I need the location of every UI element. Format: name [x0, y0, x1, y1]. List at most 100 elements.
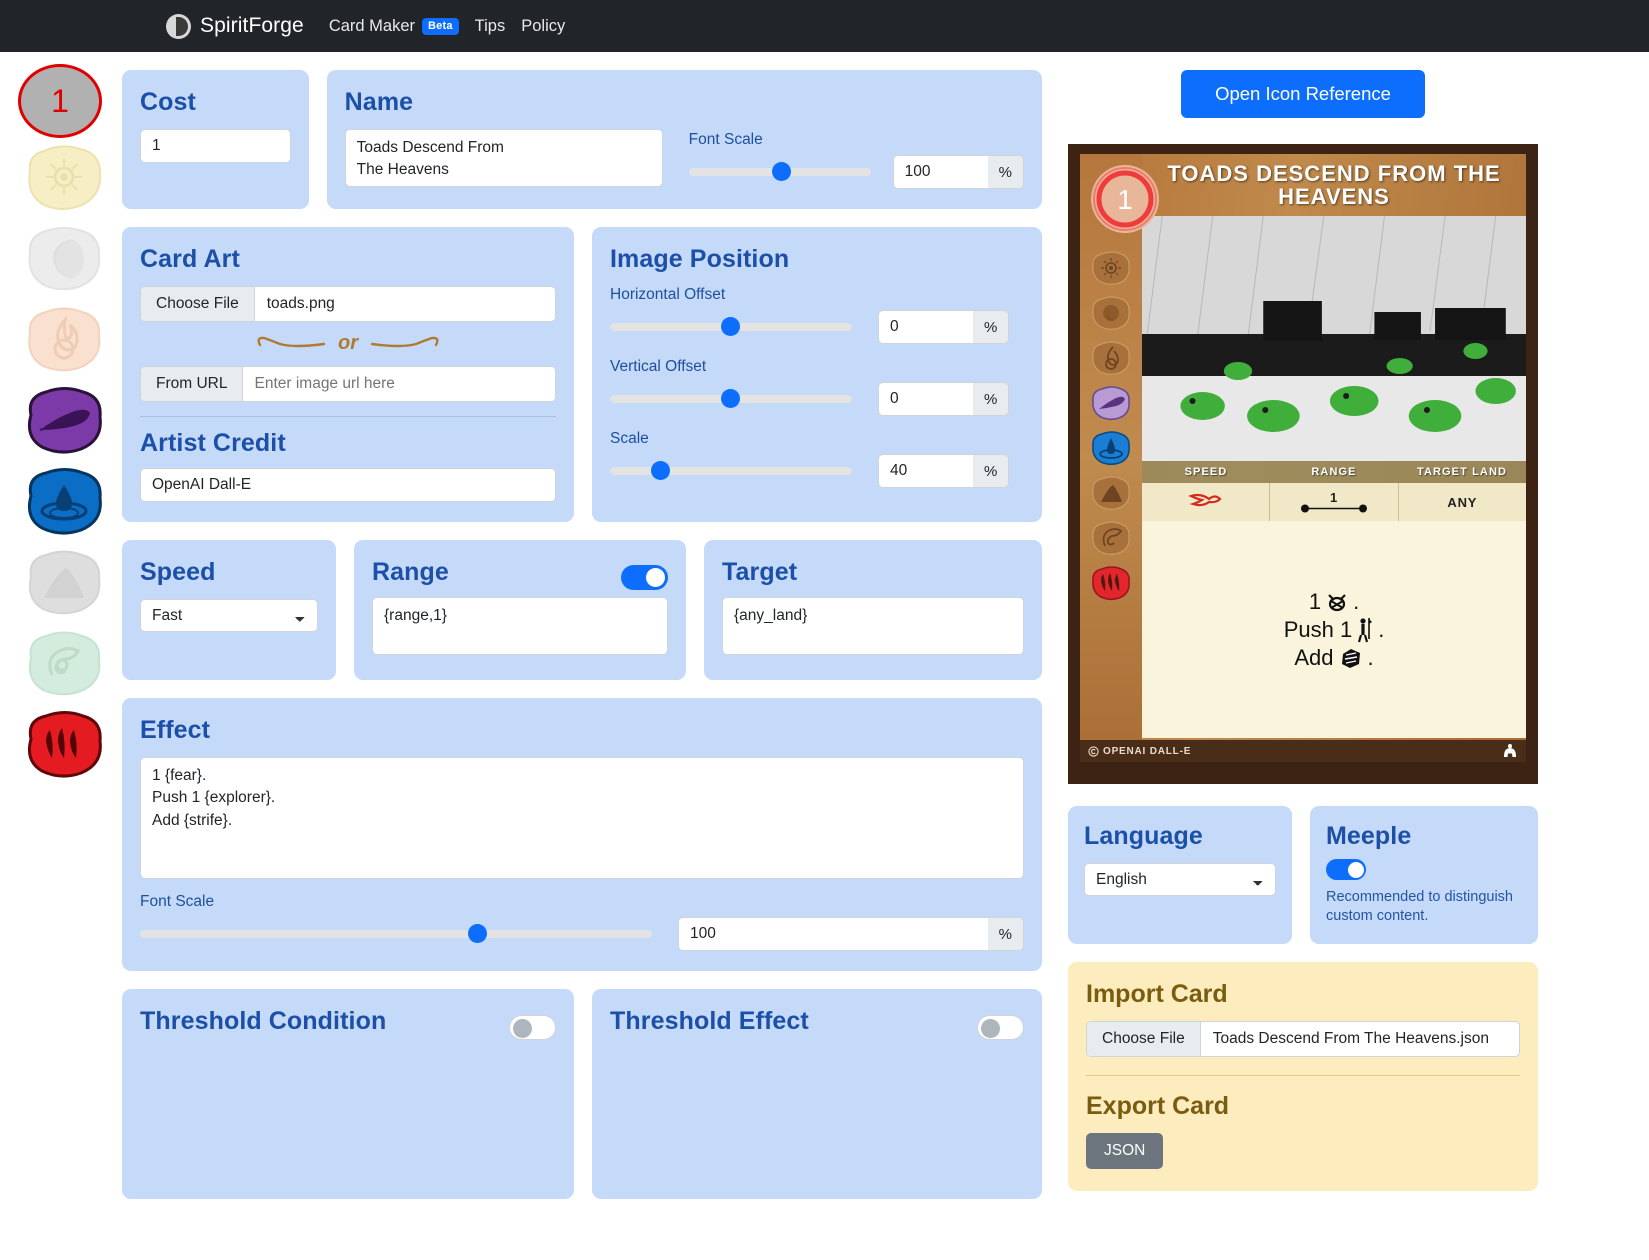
form-column: Cost Name Toads Descend From The Heavens… [122, 70, 1042, 1217]
rail-element-air[interactable] [18, 384, 110, 456]
horizontal-offset-slider[interactable] [610, 316, 852, 338]
import-file-group[interactable]: Choose File Toads Descend From The Heave… [1086, 1020, 1520, 1057]
import-choose-file-button[interactable]: Choose File [1087, 1021, 1201, 1056]
flourish-left-icon [257, 336, 326, 348]
threshold-effect-panel: Threshold Effect [592, 989, 1042, 1199]
stat-header-range: RANGE [1311, 466, 1357, 478]
name-font-scale-slider[interactable] [688, 161, 871, 183]
card-art-panel-title: Card Art [140, 245, 240, 273]
export-json-button[interactable]: JSON [1086, 1132, 1164, 1169]
name-font-scale-input[interactable] [892, 155, 988, 189]
rail-cost-badge[interactable]: 1 [18, 60, 110, 138]
rail-element-animal[interactable] [18, 708, 110, 780]
fast-swallow-icon [1188, 493, 1222, 507]
card-body-line-2-text: Push 1 [1283, 616, 1353, 642]
artist-credit-title: Artist Credit [140, 429, 286, 457]
export-card-title: Export Card [1086, 1091, 1230, 1120]
effect-font-scale-field: % [678, 917, 1024, 951]
threshold-condition-toggle[interactable] [509, 1015, 556, 1040]
image-position-panel: Image Position Horizontal Offset % Verti… [592, 227, 1042, 522]
language-title: Language [1084, 822, 1203, 850]
rail-cost-value: 1 [18, 64, 102, 138]
card-art-choose-file-button[interactable]: Choose File [141, 287, 255, 321]
horizontal-offset-field: % [878, 310, 1010, 344]
slider-knob[interactable] [467, 924, 487, 943]
nav-link-card-maker[interactable]: Card Maker Beta [329, 17, 459, 36]
vertical-offset-field: % [878, 382, 1010, 416]
range-textarea[interactable]: {range,1} [372, 597, 668, 655]
flourish-right-icon [370, 336, 439, 348]
vertical-offset-input[interactable] [878, 382, 973, 416]
rail-element-earth[interactable] [18, 546, 110, 618]
card-cost-token: 1 [1091, 165, 1159, 233]
card-art-url-group[interactable]: From URL [140, 366, 556, 402]
explorer-icon [1358, 617, 1373, 642]
meeple-panel: Meeple Recommended to distinguish custom… [1310, 806, 1538, 944]
target-panel-title: Target [722, 558, 798, 586]
strife-icon [1341, 648, 1360, 668]
slider-knob[interactable] [721, 389, 741, 408]
artist-credit-input[interactable] [140, 468, 556, 502]
stat-header-speed: SPEED [1184, 466, 1228, 478]
horizontal-offset-input[interactable] [878, 310, 973, 344]
effect-font-scale-input[interactable] [678, 917, 988, 951]
card-body-text: 1 . Push 1 . Add . [1142, 521, 1526, 738]
slider-knob[interactable] [721, 317, 741, 336]
vertical-offset-slider[interactable] [610, 388, 852, 410]
card-plant-icon [1092, 521, 1130, 555]
slider-knob[interactable] [772, 162, 792, 181]
toggle-dot [646, 568, 665, 587]
effect-textarea[interactable]: 1 {fear}. Push 1 {explorer}. Add {strife… [140, 757, 1024, 879]
brand[interactable]: SpiritForge [166, 13, 304, 39]
fire-icon [28, 307, 101, 372]
speed-range-target-row: Speed Fast Range {range,1} Target {any_l… [122, 540, 1042, 698]
threshold-effect-toggle[interactable] [977, 1015, 1024, 1040]
card-stat-headers: SPEED RANGE TARGET LAND [1142, 461, 1526, 483]
target-panel: Target {any_land} [704, 540, 1042, 680]
import-card-title: Import Card [1086, 979, 1228, 1008]
card-credit-bar: OPENAI DALL-E [1080, 740, 1526, 762]
import-export-panel: Import Card Choose File Toads Descend Fr… [1068, 961, 1538, 1191]
scale-input[interactable] [878, 454, 973, 488]
range-toggle[interactable] [621, 565, 668, 590]
card-art-illustration [1142, 216, 1526, 461]
nav-link-policy[interactable]: Policy [521, 17, 565, 36]
language-panel: Language English [1068, 806, 1292, 944]
language-select[interactable]: English [1084, 863, 1276, 896]
speed-select[interactable]: Fast [140, 599, 318, 632]
meeple-toggle[interactable] [1326, 859, 1366, 880]
card-animal-icon [1092, 566, 1130, 601]
range-arrow-icon [1300, 504, 1367, 513]
nav-link-tips[interactable]: Tips [475, 17, 506, 36]
nav-link-card-maker-label: Card Maker [328, 16, 416, 35]
card-art-url-input[interactable] [243, 367, 555, 401]
from-url-button[interactable]: From URL [141, 367, 244, 401]
target-textarea[interactable]: {any_land} [722, 597, 1024, 655]
meeple-title: Meeple [1326, 822, 1412, 850]
name-textarea[interactable]: Toads Descend From The Heavens [344, 129, 663, 187]
card-credit: OPENAI DALL-E [1088, 746, 1191, 757]
stat-header-target: TARGET LAND [1416, 466, 1508, 478]
card-body-line-1: 1 . [1309, 589, 1359, 615]
cost-panel-title: Cost [140, 88, 196, 116]
scale-slider[interactable] [610, 460, 852, 482]
card-preview[interactable]: 1 TOADS DESCEND FROM THE HEAVENS SPEED R… [1068, 144, 1538, 784]
image-position-title: Image Position [610, 245, 790, 273]
open-icon-reference-button[interactable]: Open Icon Reference [1181, 70, 1425, 118]
card-body-line-3: Add . [1294, 645, 1373, 671]
name-font-scale-field: % [892, 155, 1024, 189]
card-frame: 1 TOADS DESCEND FROM THE HEAVENS SPEED R… [1080, 154, 1526, 762]
speed-panel-title: Speed [140, 558, 216, 586]
cost-input[interactable] [140, 129, 291, 163]
meeple-help-text: Recommended to distinguish custom conten… [1326, 889, 1513, 924]
rail-element-moon[interactable] [18, 222, 110, 294]
slider-knob[interactable] [651, 461, 671, 480]
top-navbar: SpiritForge Card Maker Beta Tips Policy [0, 0, 1649, 52]
card-sun-icon [1092, 251, 1130, 285]
card-art-file-group[interactable]: Choose File toads.png [140, 286, 556, 322]
rail-element-fire[interactable] [18, 303, 110, 375]
effect-font-scale-slider[interactable] [140, 923, 652, 945]
rail-element-sun[interactable] [18, 141, 110, 213]
rail-element-water[interactable] [18, 465, 110, 537]
rail-element-plant[interactable] [18, 627, 110, 699]
